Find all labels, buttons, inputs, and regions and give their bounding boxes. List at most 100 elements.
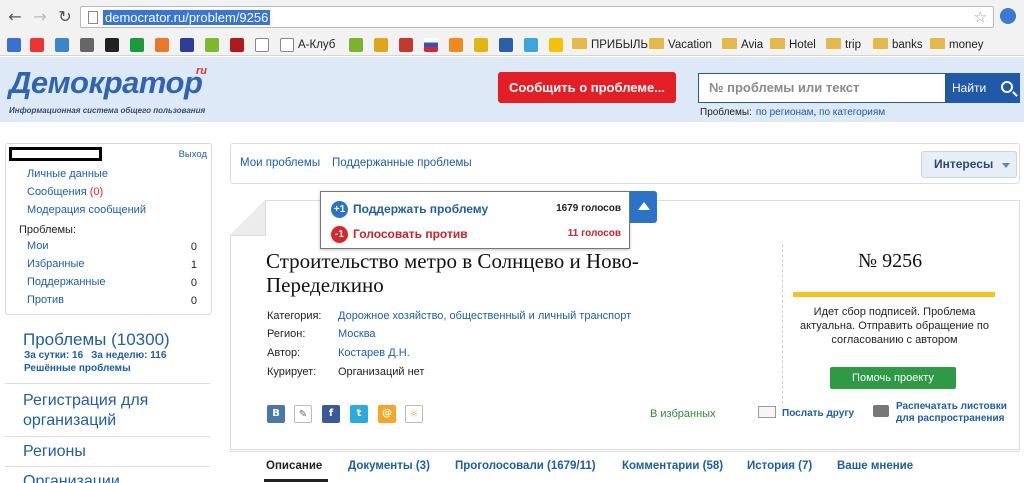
bookmark-folder-vacation[interactable]: Vacation bbox=[649, 37, 712, 53]
collapse-votes-button[interactable] bbox=[630, 191, 657, 223]
page-icon bbox=[88, 11, 98, 24]
back-icon[interactable]: ← bbox=[7, 9, 23, 25]
favorites-status[interactable]: В избранных bbox=[650, 408, 716, 420]
bookmark-favicon[interactable] bbox=[30, 38, 44, 52]
personal-data-link[interactable]: Личные данные bbox=[27, 168, 108, 180]
site-logo[interactable]: Демократор bbox=[9, 65, 203, 101]
address-bar[interactable]: democrator.ru/problem/9256 ☆ bbox=[80, 6, 994, 28]
bookmark-favicon[interactable] bbox=[255, 38, 269, 52]
against-vote-row[interactable]: -1 Голосовать против 11 голосов bbox=[331, 225, 621, 243]
bookmark-favicon[interactable] bbox=[424, 38, 438, 52]
organizations-link[interactable]: Организации bbox=[23, 472, 120, 483]
bookmark-favicon[interactable] bbox=[374, 38, 388, 52]
messages-link[interactable]: Сообщения bbox=[27, 186, 87, 198]
curator-value: Организаций нет bbox=[338, 366, 425, 378]
regions-link[interactable]: Регионы bbox=[23, 442, 86, 462]
bookmark-favicon[interactable] bbox=[105, 38, 119, 52]
bookmark-favicon[interactable] bbox=[399, 38, 413, 52]
category-link[interactable]: Дорожное хозяйство, общественный и личны… bbox=[338, 310, 631, 322]
problems-total-link[interactable]: Проблемы (10300) bbox=[23, 330, 170, 350]
search-by-regions-link[interactable]: по регионам bbox=[756, 107, 814, 118]
bookmark-favicon[interactable] bbox=[474, 38, 488, 52]
moderation-link[interactable]: Модерация сообщений bbox=[27, 204, 146, 216]
logo-tagline: Информационная система общего пользовани… bbox=[9, 106, 206, 115]
plus-one-icon: +1 bbox=[331, 201, 348, 218]
mail-share-icon[interactable]: @ bbox=[378, 405, 396, 423]
search-button-label: Найти bbox=[952, 81, 987, 95]
favorite-problems-count: 1 bbox=[190, 259, 197, 271]
per-day-link[interactable]: За сутки: 16 bbox=[24, 350, 83, 361]
bookmark-favicon[interactable] bbox=[130, 38, 144, 52]
bookmark-star-icon[interactable]: ☆ bbox=[974, 8, 987, 26]
author-link[interactable]: Костарев Д.Н. bbox=[338, 347, 410, 359]
bookmark-favicon[interactable] bbox=[524, 38, 538, 52]
vote-popup: +1 Поддержать проблему 1679 голосов -1 Г… bbox=[320, 191, 630, 249]
bookmark-folder-money[interactable]: money bbox=[930, 37, 984, 53]
search-by-categories-link[interactable]: по категориям bbox=[819, 107, 885, 118]
search-button[interactable]: Найти bbox=[946, 73, 1020, 103]
support-vote-count: 1679 голосов bbox=[556, 203, 621, 214]
tab-voted[interactable]: Проголосовали (1679/11) bbox=[455, 460, 596, 472]
url-text[interactable]: democrator.ru/problem/9256 bbox=[103, 10, 271, 25]
odnoklassniki-share-icon[interactable]: ☼ bbox=[405, 405, 423, 423]
my-problems-count: 0 bbox=[190, 241, 197, 253]
bookmark-folder-avia[interactable]: Avia bbox=[722, 37, 763, 53]
problems-period-links: За сутки: 16 За неделю: 116 bbox=[24, 350, 174, 361]
tab-your-opinion[interactable]: Ваше мнение bbox=[837, 460, 913, 472]
org-registration-link[interactable]: Регистрация для организаций bbox=[23, 391, 203, 431]
author-label: Автор: bbox=[267, 347, 301, 359]
bookmark-folder-trip[interactable]: trip bbox=[826, 37, 861, 53]
curator-label: Курирует: bbox=[267, 366, 317, 378]
favorite-problems-link[interactable]: Избранные bbox=[27, 258, 85, 270]
livejournal-share-icon[interactable]: ✎ bbox=[294, 405, 312, 423]
tab-history[interactable]: История (7) bbox=[747, 460, 812, 472]
supported-problems-count: 0 bbox=[190, 277, 197, 289]
bookmark-favicon[interactable] bbox=[80, 38, 94, 52]
tab-my-problems[interactable]: Мои проблемы bbox=[240, 157, 320, 169]
problem-number: № 9256 bbox=[858, 250, 923, 272]
solved-problems-link[interactable]: Решённые проблемы bbox=[24, 363, 131, 374]
bookmark-favicon[interactable] bbox=[549, 38, 563, 52]
search-input[interactable]: № проблемы или текст bbox=[698, 73, 946, 103]
user-panel: Выход Личные данные Сообщения (0) Модера… bbox=[5, 143, 212, 315]
tab-documents[interactable]: Документы (3) bbox=[348, 460, 430, 472]
bookmark-favicon[interactable] bbox=[180, 38, 194, 52]
bookmark-folder-hotel[interactable]: Hotel bbox=[770, 37, 816, 53]
help-project-button[interactable]: Помочь проекту bbox=[830, 367, 956, 389]
forward-icon[interactable]: → bbox=[32, 9, 48, 25]
bookmark-favicon[interactable] bbox=[230, 38, 244, 52]
support-vote-row[interactable]: +1 Поддержать проблему 1679 голосов bbox=[331, 200, 621, 218]
region-link[interactable]: Москва bbox=[338, 328, 376, 340]
bookmark-favicon[interactable] bbox=[55, 38, 69, 52]
facebook-share-icon[interactable]: f bbox=[322, 405, 340, 423]
my-problems-link[interactable]: Мои bbox=[27, 240, 49, 252]
per-week-link[interactable]: За неделю: 116 bbox=[91, 350, 166, 361]
twitter-share-icon[interactable]: t bbox=[350, 405, 368, 423]
bookmark-favicon[interactable] bbox=[449, 38, 463, 52]
bookmark-folder-pribyl[interactable]: ПРИБЫЛЬ bbox=[572, 37, 648, 53]
problem-tabs: Описание Документы (3) Проголосовали (16… bbox=[230, 451, 1020, 483]
reload-icon[interactable]: ↻ bbox=[57, 9, 73, 25]
bookmark-favicon[interactable] bbox=[499, 38, 513, 52]
vk-share-icon[interactable]: B bbox=[267, 405, 285, 423]
extension-icon[interactable] bbox=[1000, 8, 1016, 24]
bookmark-favicon[interactable] bbox=[7, 38, 21, 52]
interests-dropdown[interactable]: Интересы bbox=[921, 151, 1017, 178]
tab-supported-problems[interactable]: Поддержанные проблемы bbox=[332, 157, 472, 169]
against-vote-label: Голосовать против bbox=[353, 227, 468, 241]
site-header: Демократор ru Информационная система общ… bbox=[0, 57, 1024, 122]
bookmark-favicon[interactable] bbox=[349, 38, 363, 52]
report-problem-button[interactable]: Сообщить о проблеме... bbox=[498, 72, 676, 103]
send-friend-link[interactable]: Послать другу bbox=[758, 406, 854, 419]
bookmark-a-club[interactable]: А-Клуб bbox=[298, 37, 335, 53]
against-problems-link[interactable]: Против bbox=[27, 294, 64, 306]
bookmark-folder-banks[interactable]: banks bbox=[873, 37, 923, 53]
tab-comments[interactable]: Комментарии (58) bbox=[622, 460, 723, 472]
bookmark-favicon[interactable] bbox=[205, 38, 219, 52]
tab-description[interactable]: Описание bbox=[266, 460, 322, 472]
divider bbox=[5, 383, 210, 384]
logout-link[interactable]: Выход bbox=[179, 149, 207, 160]
problem-status-text: Идет сбор подписей. Проблема актуальна. … bbox=[800, 306, 989, 346]
supported-problems-link[interactable]: Поддержанные bbox=[27, 276, 106, 288]
bookmark-favicon[interactable] bbox=[155, 38, 169, 52]
